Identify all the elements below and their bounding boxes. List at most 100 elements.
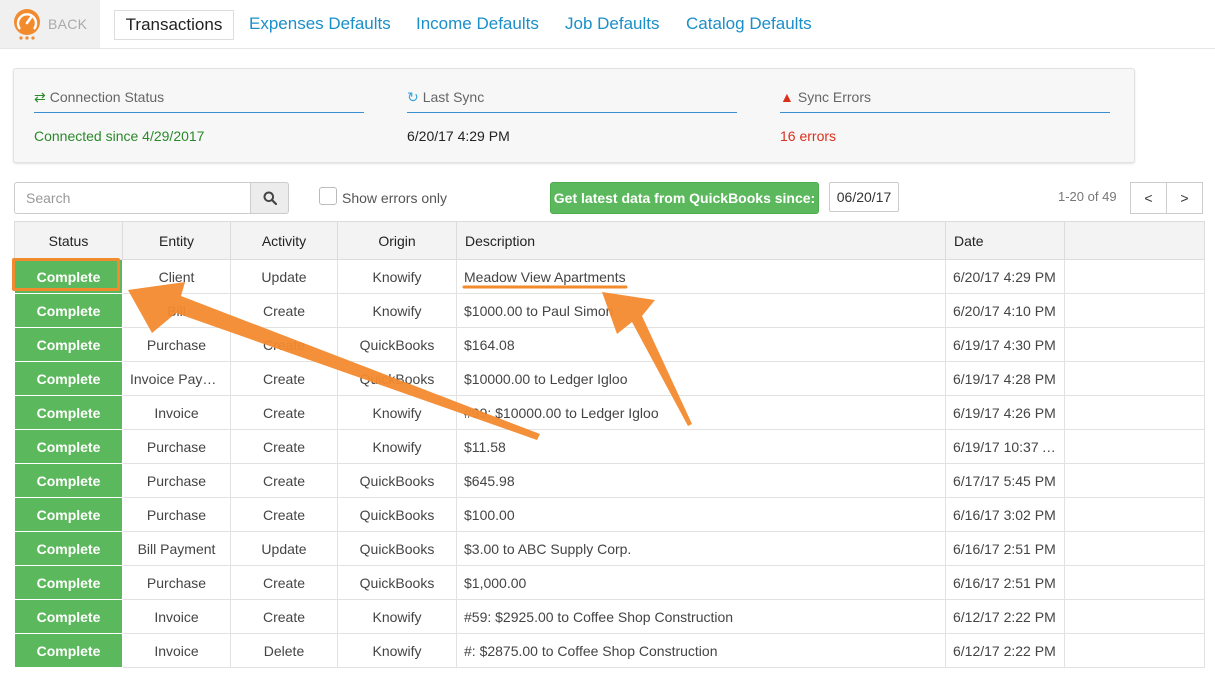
pagination-info: 1-20 of 49 — [1058, 189, 1117, 204]
cell-date: 6/20/17 4:29 PM — [945, 259, 1065, 294]
cell-origin: Knowify — [337, 395, 457, 430]
table-row[interactable]: Complete Purchase Create QuickBooks $1,000.0… — [14, 565, 1205, 600]
cell-activity: Create — [230, 429, 338, 464]
since-date-input[interactable]: 06/20/17 — [829, 182, 899, 212]
table-row[interactable]: Complete Client Update Knowify Meadow View A… — [14, 259, 1205, 294]
search-icon — [263, 191, 277, 205]
cell-description: $11.58 — [456, 429, 946, 464]
status-badge[interactable]: Complete — [14, 429, 123, 464]
cell-empty — [1064, 633, 1205, 668]
table-row[interactable]: Complete Bill Payment Update QuickBooks $3.0… — [14, 531, 1205, 566]
cell-empty — [1064, 429, 1205, 464]
next-page-button[interactable]: > — [1166, 182, 1203, 214]
column-header-description[interactable]: Description — [456, 221, 946, 260]
sync-errors-value[interactable]: 16 errors — [780, 128, 1110, 144]
status-badge[interactable]: Complete — [14, 531, 123, 566]
status-badge[interactable]: Complete — [14, 497, 123, 532]
cell-entity: Purchase — [122, 497, 231, 532]
cell-activity: Create — [230, 361, 338, 396]
cell-date: 6/16/17 3:02 PM — [945, 497, 1065, 532]
cell-description: #: $2875.00 to Coffee Shop Construction — [456, 633, 946, 668]
speedometer-logo-icon — [14, 9, 40, 40]
cell-date: 6/12/17 2:22 PM — [945, 599, 1065, 634]
cell-activity: Update — [230, 259, 338, 294]
cell-entity: Bill — [122, 293, 231, 328]
column-header-status[interactable]: Status — [14, 221, 123, 260]
cell-origin: QuickBooks — [337, 327, 457, 362]
transactions-table: Status Entity Activity Origin Descriptio… — [14, 221, 1205, 668]
cell-description: Meadow View Apartments — [456, 259, 946, 294]
cell-description: $164.08 — [456, 327, 946, 362]
cell-empty — [1064, 395, 1205, 430]
cell-activity: Delete — [230, 633, 338, 668]
cell-empty — [1064, 599, 1205, 634]
cell-description: $1,000.00 — [456, 565, 946, 600]
search-button[interactable] — [250, 182, 289, 214]
cell-date: 6/16/17 2:51 PM — [945, 531, 1065, 566]
cell-date: 6/19/17 4:30 PM — [945, 327, 1065, 362]
table-row[interactable]: Complete Purchase Create Knowify $11.58 6/19/… — [14, 429, 1205, 464]
column-header-entity[interactable]: Entity — [122, 221, 231, 260]
warning-icon: ▲ — [780, 89, 794, 105]
tab-income-defaults[interactable]: Income Defaults — [416, 10, 539, 38]
cell-origin: QuickBooks — [337, 565, 457, 600]
get-latest-data-button[interactable]: Get latest data from QuickBooks since: — [550, 182, 819, 214]
table-row[interactable]: Complete Purchase Create QuickBooks $164.08 6… — [14, 327, 1205, 362]
table-row[interactable]: Complete Purchase Create QuickBooks $645.98 6… — [14, 463, 1205, 498]
table-row[interactable]: Complete Invoice Create Knowify #99: $10000.… — [14, 395, 1205, 430]
cell-description: #99: $10000.00 to Ledger Igloo — [456, 395, 946, 430]
status-badge[interactable]: Complete — [14, 463, 123, 498]
connection-status-value: Connected since 4/29/2017 — [34, 128, 205, 144]
table-row[interactable]: Complete Purchase Create QuickBooks $100.00 6… — [14, 497, 1205, 532]
cell-origin: Knowify — [337, 429, 457, 464]
column-header-date[interactable]: Date — [945, 221, 1065, 260]
cell-activity: Create — [230, 463, 338, 498]
status-badge[interactable]: Complete — [14, 327, 123, 362]
status-badge[interactable]: Complete — [14, 361, 123, 396]
status-badge[interactable]: Complete — [14, 633, 123, 668]
connection-status-label: Connection Status — [49, 89, 165, 105]
column-header-origin[interactable]: Origin — [337, 221, 457, 260]
connection-arrows-icon: ⇄ — [34, 89, 46, 105]
table-row[interactable]: Complete Invoice Delete Knowify #: $2875.00 … — [14, 633, 1205, 668]
cell-empty — [1064, 327, 1205, 362]
back-button[interactable]: BACK — [0, 0, 100, 48]
cell-description: $100.00 — [456, 497, 946, 532]
cell-origin: Knowify — [337, 259, 457, 294]
back-label: BACK — [48, 16, 88, 32]
cell-entity: Purchase — [122, 565, 231, 600]
cell-activity: Create — [230, 327, 338, 362]
cell-date: 6/19/17 4:28 PM — [945, 361, 1065, 396]
cell-date: 6/12/17 2:22 PM — [945, 633, 1065, 668]
cell-entity: Invoice — [122, 633, 231, 668]
column-header-activity[interactable]: Activity — [230, 221, 338, 260]
cell-date: 6/19/17 4:26 PM — [945, 395, 1065, 430]
cell-origin: Knowify — [337, 633, 457, 668]
cell-entity: Purchase — [122, 429, 231, 464]
table-row[interactable]: Complete Bill Create Knowify $1000.00 to Pau… — [14, 293, 1205, 328]
tab-expenses-defaults[interactable]: Expenses Defaults — [249, 10, 391, 38]
table-row[interactable]: Complete Invoice Create Knowify #59: $2925.0… — [14, 599, 1205, 634]
sync-errors: ▲ Sync Errors 16 errors — [780, 89, 1110, 149]
status-badge[interactable]: Complete — [14, 599, 123, 634]
table-row[interactable]: Complete Invoice Payment Create QuickBooks $… — [14, 361, 1205, 396]
cell-entity: Purchase — [122, 463, 231, 498]
refresh-icon: ↻ — [407, 89, 419, 105]
tab-job-defaults[interactable]: Job Defaults — [565, 10, 660, 38]
last-sync-label: Last Sync — [422, 89, 485, 105]
status-badge[interactable]: Complete — [14, 395, 123, 430]
status-badge[interactable]: Complete — [14, 293, 123, 328]
cell-entity: Purchase — [122, 327, 231, 362]
prev-page-button[interactable]: < — [1130, 182, 1167, 214]
table-header-row: Status Entity Activity Origin Descriptio… — [14, 221, 1205, 260]
tab-catalog-defaults[interactable]: Catalog Defaults — [686, 10, 812, 38]
status-badge[interactable]: Complete — [14, 259, 123, 294]
show-errors-checkbox[interactable] — [319, 187, 337, 205]
status-badge[interactable]: Complete — [14, 565, 123, 600]
tab-transactions[interactable]: Transactions — [114, 10, 234, 40]
cell-origin: QuickBooks — [337, 497, 457, 532]
sync-errors-label: Sync Errors — [797, 89, 871, 105]
cell-empty — [1064, 259, 1205, 294]
show-errors-label[interactable]: Show errors only — [342, 190, 447, 206]
search-input[interactable] — [14, 182, 250, 214]
